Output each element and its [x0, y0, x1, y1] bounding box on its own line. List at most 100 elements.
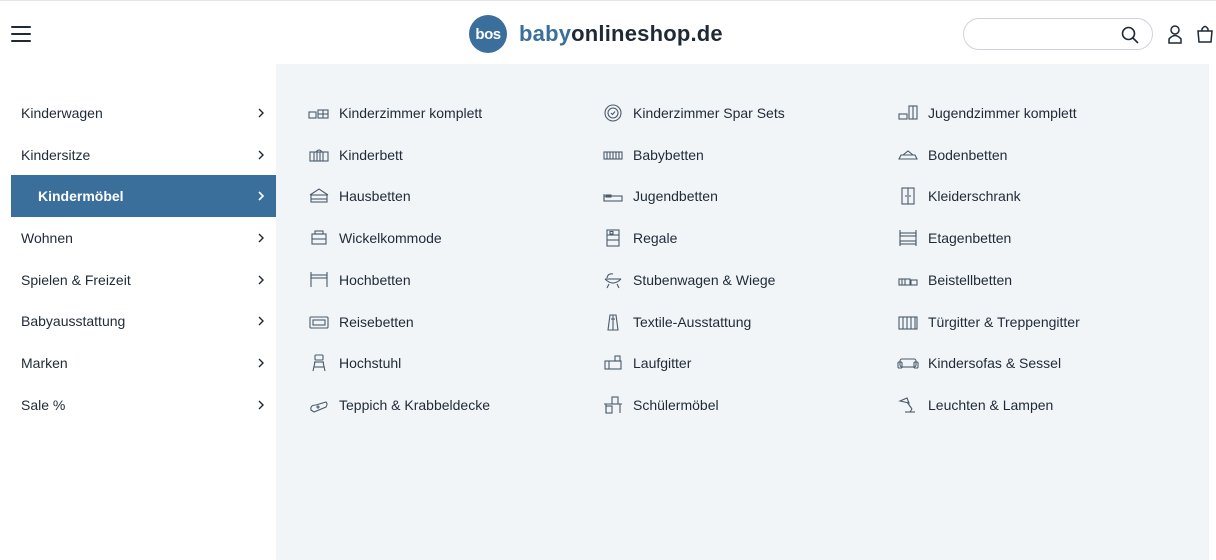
- submenu-item-babybetten[interactable]: Babybetten: [602, 134, 704, 176]
- sidebar-item-label: Babyausstattung: [21, 313, 126, 330]
- site-header: bos babyonlineshop.de: [0, 4, 1216, 64]
- submenu-item-stubenwagen-wiege[interactable]: Stubenwagen & Wiege: [602, 259, 775, 301]
- sleeping-bag-icon: [607, 313, 619, 331]
- search-input[interactable]: [978, 25, 1118, 45]
- submenu-item-bodenbetten[interactable]: Bodenbetten: [897, 134, 1007, 176]
- submenu-item-label: Babybetten: [633, 146, 704, 163]
- sidebar-item-kindersitze[interactable]: Kindersitze: [0, 134, 276, 176]
- submenu-item-wickelkommode[interactable]: Wickelkommode: [308, 217, 442, 259]
- cradle-icon: [604, 273, 622, 289]
- baby-bed-icon: [603, 151, 623, 160]
- submenu-item-kindersofas-sessel[interactable]: Kindersofas & Sessel: [897, 342, 1061, 384]
- submenu-item-jugendzimmer-komplett[interactable]: Jugendzimmer komplett: [897, 92, 1077, 134]
- submenu-item-label: Bodenbetten: [928, 146, 1008, 163]
- submenu-item-türgitter-treppengitter[interactable]: Türgitter & Treppengitter: [897, 301, 1080, 343]
- search-icon[interactable]: [1120, 25, 1140, 45]
- changing-table-icon: [311, 230, 327, 245]
- submenu-item-label: Kinderbett: [339, 146, 403, 163]
- submenu-item-label: Laufgitter: [633, 355, 692, 372]
- chevron-right-icon: [258, 191, 265, 201]
- room-set-icon: [308, 109, 329, 119]
- submenu-item-label: Teppich & Krabbeldecke: [339, 396, 490, 413]
- travel-cot-icon: [309, 315, 329, 329]
- sidebar-item-label: Kindersitze: [21, 146, 91, 163]
- site-logo[interactable]: bos babyonlineshop.de: [469, 15, 723, 53]
- savings-badge-icon: [604, 104, 622, 122]
- youth-bed-icon: [603, 194, 623, 202]
- bunk-bed-icon: [899, 230, 917, 247]
- sidebar-item-kindermoebel[interactable]: Kindermöbel: [11, 175, 276, 218]
- submenu-item-label: Etagenbetten: [928, 230, 1012, 247]
- chevron-right-icon: [258, 275, 264, 285]
- logo-text-baby: baby: [519, 21, 572, 46]
- search-box: [963, 18, 1153, 50]
- house-bed-icon: [309, 188, 329, 203]
- submenu-item-teppich-krabbeldecke[interactable]: Teppich & Krabbeldecke: [308, 384, 490, 426]
- account-icon[interactable]: [1166, 24, 1184, 44]
- submenu-item-label: Hochbetten: [339, 271, 411, 288]
- playpen-icon: [604, 355, 622, 370]
- submenu-item-textile-ausstattung[interactable]: Textile-Ausstattung: [602, 301, 751, 343]
- submenu-item-leuchten-lampen[interactable]: Leuchten & Lampen: [897, 384, 1053, 426]
- sidebar-item-label: Spielen & Freizeit: [21, 271, 131, 288]
- submenu-item-label: Stubenwagen & Wiege: [633, 271, 776, 288]
- safety-gate-icon: [898, 315, 918, 330]
- submenu-item-label: Jugendzimmer komplett: [928, 105, 1077, 121]
- submenu-item-label: Leuchten & Lampen: [928, 396, 1054, 413]
- submenu-item-beistellbetten[interactable]: Beistellbetten: [897, 259, 1012, 301]
- submenu-item-label: Kindersofas & Sessel: [928, 355, 1062, 372]
- desk-icon: [604, 396, 622, 414]
- category-sidebar: Kinderwagen Kindersitze Kindermöbel Wohn…: [0, 92, 276, 426]
- sidebar-item-kinderwagen[interactable]: Kinderwagen: [0, 92, 276, 134]
- logo-badge: bos: [469, 15, 507, 53]
- submenu-item-laufgitter[interactable]: Laufgitter: [602, 342, 691, 384]
- submenu-item-label: Kinderzimmer komplett: [339, 105, 483, 121]
- submenu-item-label: Textile-Ausstattung: [633, 313, 752, 330]
- submenu-item-regale[interactable]: Regale: [602, 217, 677, 259]
- sidebar-item-label: Wohnen: [21, 229, 73, 246]
- submenu-item-label: Wickelkommode: [339, 230, 442, 247]
- bedside-crib-icon: [898, 278, 918, 286]
- submenu-item-hochstuhl[interactable]: Hochstuhl: [308, 342, 401, 384]
- chevron-right-icon: [258, 316, 264, 326]
- submenu-item-label: Hochstuhl: [339, 355, 402, 372]
- youth-room-icon: [898, 105, 918, 120]
- submenu-item-jugendbetten[interactable]: Jugendbetten: [602, 175, 718, 217]
- lamp-icon: [898, 397, 915, 413]
- sidebar-item-label: Kindermöbel: [38, 188, 124, 205]
- chevron-right-icon: [258, 400, 264, 410]
- submenu-item-hausbetten[interactable]: Hausbetten: [308, 175, 411, 217]
- submenu-item-label: Schülermöbel: [633, 396, 719, 413]
- sidebar-item-wohnen[interactable]: Wohnen: [0, 217, 276, 259]
- sidebar-item-marken[interactable]: Marken: [0, 342, 276, 384]
- submenu-item-etagenbetten[interactable]: Etagenbetten: [897, 217, 1011, 259]
- shelf-icon: [606, 229, 620, 247]
- crib-icon: [309, 149, 329, 162]
- sidebar-item-babyausstattung[interactable]: Babyausstattung: [0, 300, 276, 342]
- chevron-right-icon: [258, 108, 264, 118]
- chevron-right-icon: [258, 358, 264, 368]
- submenu-item-label: Jugendbetten: [633, 188, 718, 205]
- submenu-item-schülermöbel[interactable]: Schülermöbel: [602, 384, 719, 426]
- submenu-item-label: Beistellbetten: [928, 271, 1013, 288]
- submenu-item-reisebetten[interactable]: Reisebetten: [308, 301, 414, 343]
- loft-bed-icon: [310, 271, 328, 287]
- submenu-item-kinderzimmer-komplett[interactable]: Kinderzimmer komplett: [308, 92, 482, 134]
- cart-icon[interactable]: [1196, 24, 1214, 44]
- submenu-item-label: Hausbetten: [339, 188, 411, 205]
- logo-text: babyonlineshop.de: [519, 21, 723, 47]
- chevron-right-icon: [258, 233, 264, 243]
- submenu-item-label: Kleiderschrank: [928, 188, 1021, 205]
- submenu-item-kinderbett[interactable]: Kinderbett: [308, 134, 403, 176]
- submenu-item-kleiderschrank[interactable]: Kleiderschrank: [897, 175, 1021, 217]
- submenu-item-label: Regale: [633, 230, 678, 247]
- submenu-item-kinderzimmer-spar-sets[interactable]: Kinderzimmer Spar Sets: [602, 92, 785, 134]
- floor-bed-icon: [898, 149, 918, 160]
- sidebar-item-spielen-freizeit[interactable]: Spielen & Freizeit: [0, 259, 276, 301]
- high-chair-icon: [312, 354, 326, 372]
- wardrobe-icon: [901, 187, 915, 205]
- submenu-item-hochbetten[interactable]: Hochbetten: [308, 259, 411, 301]
- sidebar-item-sale[interactable]: Sale %: [0, 384, 276, 426]
- logo-text-domain: onlineshop.de: [571, 21, 723, 46]
- menu-icon[interactable]: [11, 26, 31, 42]
